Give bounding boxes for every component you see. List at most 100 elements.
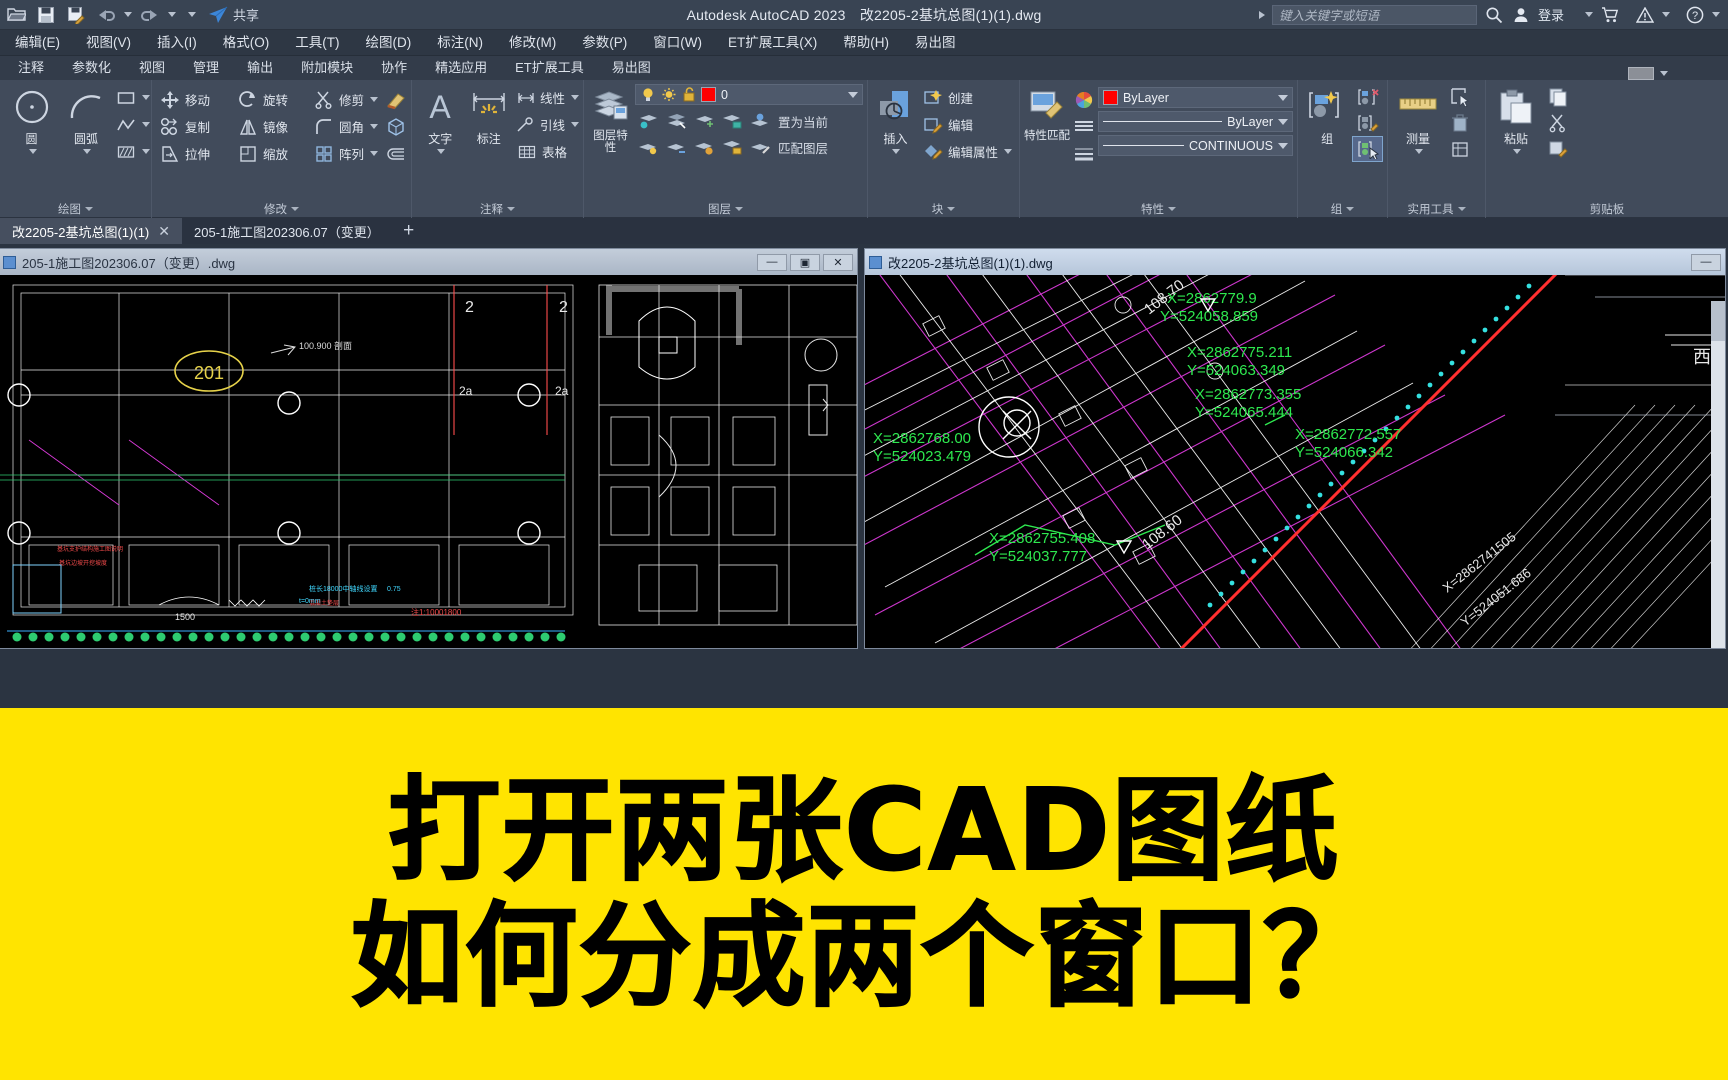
block-insert-button[interactable]: 插入 — [872, 84, 919, 154]
signin-button[interactable]: 登录 — [1538, 5, 1564, 24]
tab-parametric[interactable]: 参数化 — [58, 56, 125, 80]
menu-item-format[interactable]: 格式(O) — [210, 30, 283, 56]
right-vertical-scrollbar[interactable] — [1711, 301, 1725, 648]
signin-dropdown-icon[interactable] — [1585, 12, 1593, 17]
linetype-icon[interactable] — [1070, 114, 1098, 139]
panel-label-draw[interactable]: 绘图 — [0, 200, 151, 218]
left-drawing-canvas[interactable]: 201 100.900 剖面 2 2 2a 2a 基坑支护结构施工图说明 基坑边… — [0, 275, 857, 648]
annotation-linear-button[interactable]: 线性 — [513, 84, 580, 111]
group-selection-toggle[interactable] — [1352, 136, 1383, 162]
modify-array-dropdown-icon[interactable] — [370, 151, 379, 156]
object-linetype-dropdown-icon[interactable] — [1278, 118, 1288, 125]
layer-isolate-icon[interactable] — [635, 110, 661, 132]
lineweight-icon[interactable] — [1070, 141, 1098, 166]
object-lineweight-selector[interactable]: CONTINUOUS — [1098, 135, 1293, 156]
menu-item-insert[interactable]: 插入(I) — [144, 30, 210, 56]
search-expand-icon[interactable] — [1258, 10, 1265, 19]
panel-modify-expand-icon[interactable] — [291, 207, 299, 211]
cut-clip-icon[interactable] — [1542, 110, 1574, 136]
menu-item-tools[interactable]: 工具(T) — [282, 30, 352, 56]
doc-tab-0[interactable]: 改2205-2基坑总图(1)(1) ✕ — [0, 218, 182, 244]
open-icon[interactable] — [4, 3, 28, 27]
purge-icon[interactable] — [1444, 110, 1476, 136]
right-drawing-canvas[interactable]: X=2862779.9 Y=524058.859 X=2862775.211 Y… — [865, 275, 1725, 648]
object-lineweight-dropdown-icon[interactable] — [1278, 142, 1288, 149]
layer-lock-icon[interactable] — [719, 110, 745, 132]
search-input[interactable]: 键入关键字或短语 — [1271, 4, 1477, 25]
panel-label-block[interactable]: 块 — [868, 200, 1019, 218]
help-dropdown-icon[interactable] — [1712, 12, 1720, 17]
redo-dropdown-icon[interactable] — [168, 12, 176, 17]
panel-layers-expand-icon[interactable] — [735, 207, 743, 211]
draw-hatch-dropdown-icon[interactable] — [142, 149, 150, 154]
layer-set-current-icon[interactable] — [747, 110, 773, 132]
layer-thaw-icon[interactable] — [663, 136, 689, 158]
menu-item-dimension[interactable]: 标注(N) — [424, 30, 496, 56]
layer-states-icon[interactable] — [691, 136, 717, 158]
tab-yichutu[interactable]: 易出图 — [598, 56, 665, 80]
layer-selector[interactable]: 0 — [635, 84, 863, 105]
modify-rotate-button[interactable]: 旋转 — [234, 86, 310, 113]
redo-icon[interactable] — [138, 3, 162, 27]
left-window-title-bar[interactable]: 205-1施工图202306.07（变更）.dwg — ▣ ✕ — [0, 249, 857, 275]
right-minimize-button[interactable]: — — [1691, 253, 1721, 271]
modify-copy-button[interactable]: 复制 — [156, 113, 234, 140]
layer-selector-dropdown-icon[interactable] — [848, 91, 858, 98]
user-icon[interactable] — [1511, 5, 1531, 25]
modify-offset-button[interactable] — [382, 140, 410, 167]
match-properties-button[interactable]: 特性匹配 — [1024, 84, 1070, 142]
annotation-text-button[interactable]: A 文字 — [416, 84, 465, 154]
draw-rectangle-dropdown-icon[interactable] — [142, 95, 150, 100]
save-icon[interactable] — [34, 3, 58, 27]
annotation-linear-dropdown-icon[interactable] — [571, 95, 580, 100]
block-create-button[interactable]: 创建 — [919, 84, 1015, 111]
share-button[interactable]: 共享 — [208, 5, 259, 24]
menu-item-et-tools[interactable]: ET扩展工具(X) — [715, 30, 830, 56]
save-as-icon[interactable] — [64, 3, 88, 27]
menu-item-draw[interactable]: 绘图(D) — [353, 30, 425, 56]
match-clip-icon[interactable] — [1542, 136, 1574, 162]
panel-label-utilities[interactable]: 实用工具 — [1388, 200, 1485, 218]
workspace-dropdown-icon[interactable] — [1660, 71, 1668, 76]
draw-polyline-dropdown-icon[interactable] — [142, 122, 150, 127]
customize-qat-icon[interactable] — [188, 12, 196, 17]
base-point-icon[interactable] — [1444, 136, 1476, 162]
annotation-leader-button[interactable]: 引线 — [513, 111, 580, 138]
panel-annotation-expand-icon[interactable] — [507, 207, 515, 211]
draw-arc-dropdown-icon[interactable] — [83, 149, 91, 154]
layer-match-icon[interactable] — [747, 136, 773, 158]
paste-dropdown-icon[interactable] — [1513, 149, 1521, 154]
layer-unlock-icon[interactable] — [719, 136, 745, 158]
left-close-button[interactable]: ✕ — [823, 253, 853, 271]
left-drawing-window[interactable]: 205-1施工图202306.07（变更）.dwg — ▣ ✕ 201 100.… — [0, 248, 858, 649]
panel-utilities-expand-icon[interactable] — [1457, 207, 1466, 211]
draw-arc-button[interactable]: 圆弧 — [59, 84, 113, 154]
modify-fillet-button[interactable]: 圆角 — [310, 113, 382, 140]
layer-off-icon[interactable] — [691, 110, 717, 132]
copy-clip-icon[interactable] — [1542, 84, 1574, 110]
panel-block-expand-icon[interactable] — [947, 207, 956, 211]
panel-label-groups[interactable]: 组 — [1298, 200, 1387, 218]
menu-item-parametric[interactable]: 参数(P) — [569, 30, 640, 56]
right-scrollbar-thumb[interactable] — [1711, 301, 1725, 341]
notification-dropdown-icon[interactable] — [1662, 12, 1670, 17]
menu-item-yichutu[interactable]: 易出图 — [902, 30, 969, 56]
tab-et-extensions[interactable]: ET扩展工具 — [501, 56, 598, 80]
help-icon[interactable]: ? — [1685, 5, 1705, 25]
annotation-table-button[interactable]: 表格 — [513, 138, 579, 165]
panel-label-layers[interactable]: 图层 — [584, 200, 867, 218]
modify-stretch-button[interactable]: 拉伸 — [156, 140, 234, 167]
menu-item-view[interactable]: 视图(V) — [73, 30, 144, 56]
new-tab-button[interactable]: + — [392, 218, 426, 244]
menu-item-edit[interactable]: 编辑(E) — [2, 30, 73, 56]
search-icon[interactable] — [1484, 5, 1504, 25]
object-color-dropdown-icon[interactable] — [1278, 94, 1288, 101]
doc-tab-0-close-icon[interactable]: ✕ — [158, 223, 170, 240]
modify-3dsolid-button[interactable] — [382, 113, 410, 140]
layer-set-current-label[interactable]: 置为当前 — [778, 112, 828, 131]
annotation-leader-dropdown-icon[interactable] — [571, 122, 580, 127]
panel-label-annotation[interactable]: 注释 — [412, 200, 583, 218]
annotation-text-dropdown-icon[interactable] — [437, 149, 446, 154]
modify-erase-button[interactable] — [382, 86, 410, 113]
menu-item-help[interactable]: 帮助(H) — [830, 30, 902, 56]
